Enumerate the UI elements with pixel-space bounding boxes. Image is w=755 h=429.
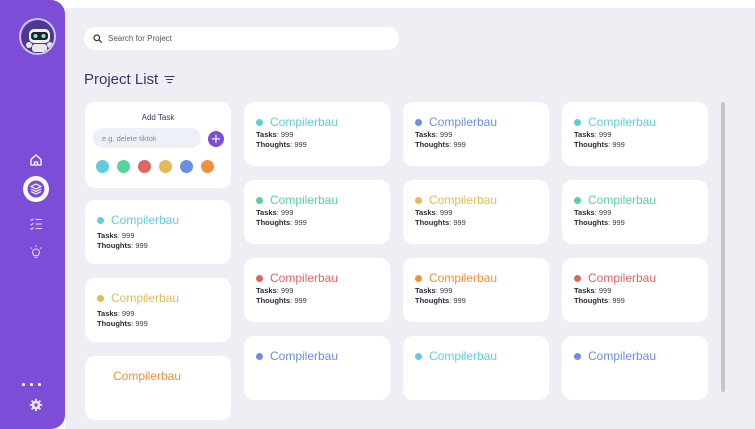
project-card[interactable]: Compilerbau Tasks: 999 Thoughts: 999	[403, 180, 549, 244]
page-title-text: Project List	[84, 71, 159, 88]
project-card[interactable]: Compilerbau Tasks: 999 Thoughts: 999	[562, 180, 708, 244]
color-swatch[interactable]	[180, 160, 193, 173]
project-name: Compilerbau	[574, 115, 656, 129]
project-stats: Tasks: 999 Thoughts: 999	[97, 309, 148, 328]
project-color-dot	[574, 352, 581, 360]
layers-icon[interactable]	[23, 176, 49, 202]
project-color-dot	[256, 274, 263, 282]
project-card[interactable]: Compilerbau	[403, 336, 549, 400]
project-stats: Tasks: 999 Thoughts: 999	[574, 130, 625, 149]
project-name: Compilerbau	[256, 193, 338, 207]
color-swatch[interactable]	[117, 160, 130, 173]
project-name: Compilerbau	[574, 193, 656, 207]
project-stats: Tasks: 999 Thoughts: 999	[256, 130, 307, 149]
project-card[interactable]: Compilerbau	[85, 356, 231, 420]
color-swatch[interactable]	[201, 160, 214, 173]
add-task-title: Add Task	[141, 113, 175, 122]
task-input[interactable]	[93, 128, 201, 148]
project-card[interactable]: Compilerbau Tasks: 999 Thoughts: 999	[244, 258, 390, 322]
project-name: Compilerbau	[415, 271, 497, 285]
project-card[interactable]: Compilerbau Tasks: 999 Thoughts: 999	[562, 258, 708, 322]
gear-icon[interactable]	[24, 393, 48, 417]
project-stats: Tasks: 999 Thoughts: 999	[415, 286, 466, 305]
project-name: Compilerbau	[415, 349, 497, 363]
checklist-icon[interactable]	[24, 212, 48, 236]
project-card[interactable]: Compilerbau	[244, 336, 390, 400]
color-swatch[interactable]	[138, 160, 151, 173]
plus-icon: +	[210, 131, 222, 147]
project-stats: Tasks: 999 Thoughts: 999	[415, 130, 466, 149]
project-card[interactable]: Compilerbau Tasks: 999 Thoughts: 999	[562, 102, 708, 166]
project-color-dot	[97, 216, 104, 224]
color-swatches	[96, 160, 214, 173]
project-color-dot	[97, 294, 104, 302]
project-card[interactable]: Compilerbau	[562, 336, 708, 400]
project-color-dot	[256, 352, 263, 360]
project-name: Compilerbau	[113, 369, 182, 383]
page-title: Project List	[84, 71, 175, 88]
project-color-dot	[415, 352, 422, 360]
scrollbar[interactable]	[721, 102, 725, 392]
project-name: Compilerbau	[415, 115, 497, 129]
filter-icon[interactable]	[164, 75, 175, 84]
project-card[interactable]: Compilerbau Tasks: 999 Thoughts: 999	[85, 200, 231, 264]
robot-avatar-icon	[21, 20, 54, 53]
user-avatar[interactable]	[19, 18, 56, 55]
lightbulb-icon[interactable]	[24, 240, 48, 264]
project-stats: Tasks: 999 Thoughts: 999	[97, 231, 148, 250]
project-stats: Tasks: 999 Thoughts: 999	[574, 286, 625, 305]
project-name: Compilerbau	[256, 271, 338, 285]
project-stats: Tasks: 999 Thoughts: 999	[415, 208, 466, 227]
search-bar[interactable]	[84, 27, 399, 50]
project-card[interactable]: Compilerbau Tasks: 999 Thoughts: 999	[403, 102, 549, 166]
color-swatch[interactable]	[159, 160, 172, 173]
project-stats: Tasks: 999 Thoughts: 999	[256, 286, 307, 305]
project-name: Compilerbau	[415, 193, 497, 207]
project-card[interactable]: Compilerbau Tasks: 999 Thoughts: 999	[244, 180, 390, 244]
project-name: Compilerbau	[256, 115, 338, 129]
project-stats: Tasks: 999 Thoughts: 999	[256, 208, 307, 227]
search-input[interactable]	[108, 34, 368, 43]
sidebar	[0, 0, 65, 429]
main-content: Project List Add Task + Compilerbau Task…	[65, 8, 755, 429]
project-color-dot	[256, 118, 263, 126]
project-name: Compilerbau	[256, 349, 338, 363]
project-name: Compilerbau	[574, 271, 656, 285]
color-swatch[interactable]	[96, 160, 109, 173]
project-name: Compilerbau	[574, 349, 656, 363]
project-name: Compilerbau	[97, 291, 179, 305]
search-icon	[93, 34, 102, 43]
project-card[interactable]: Compilerbau Tasks: 999 Thoughts: 999	[403, 258, 549, 322]
project-color-dot	[574, 274, 581, 282]
more-dots-icon[interactable]	[22, 380, 44, 388]
project-stats: Tasks: 999 Thoughts: 999	[574, 208, 625, 227]
project-color-dot	[574, 196, 581, 204]
project-card[interactable]: Compilerbau Tasks: 999 Thoughts: 999	[244, 102, 390, 166]
project-card[interactable]: Compilerbau Tasks: 999 Thoughts: 999	[85, 278, 231, 342]
project-name: Compilerbau	[97, 213, 179, 227]
project-color-dot	[256, 196, 263, 204]
add-task-card: Add Task +	[85, 102, 231, 188]
add-task-button[interactable]: +	[208, 131, 224, 147]
project-color-dot	[415, 196, 422, 204]
project-color-dot	[415, 274, 422, 282]
home-icon[interactable]	[24, 148, 48, 172]
project-color-dot	[574, 118, 581, 126]
project-color-dot	[415, 118, 422, 126]
